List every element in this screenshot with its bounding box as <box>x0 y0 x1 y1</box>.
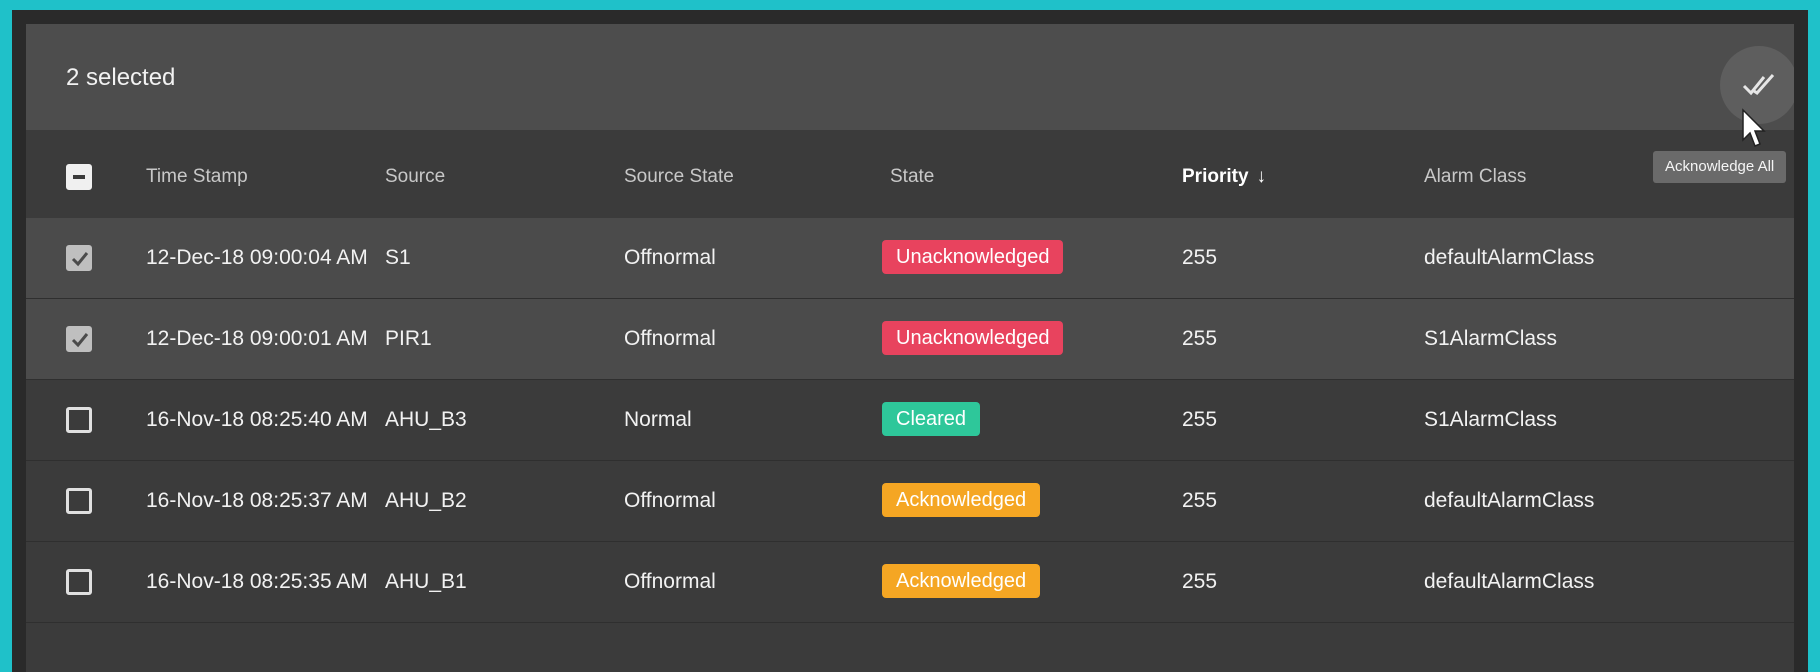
app-frame: 2 selected Time Stamp Source Source Stat… <box>12 10 1808 672</box>
alarm-class-cell: defaultAlarmClass <box>1424 246 1595 269</box>
selection-header: 2 selected <box>26 24 1794 130</box>
time-stamp-cell: 16-Nov-18 08:25:37 AM <box>146 489 368 512</box>
source-cell: PIR1 <box>385 327 432 350</box>
source-cell: AHU_B1 <box>385 570 467 593</box>
source-cell: AHU_B3 <box>385 408 467 431</box>
row-checkbox[interactable] <box>66 407 92 433</box>
state-badge: Cleared <box>882 402 981 436</box>
priority-cell: 255 <box>1182 570 1218 593</box>
mouse-cursor-icon <box>1742 108 1766 147</box>
alarm-class-cell: S1AlarmClass <box>1424 327 1558 350</box>
priority-cell: 255 <box>1182 246 1218 269</box>
time-stamp-cell: 16-Nov-18 08:25:35 AM <box>146 570 368 593</box>
time-stamp-cell: 12-Dec-18 09:00:01 AM <box>146 327 368 350</box>
row-checkbox[interactable] <box>66 488 92 514</box>
double-check-icon <box>1742 74 1775 96</box>
alarm-class-cell: defaultAlarmClass <box>1424 570 1595 593</box>
column-alarm-class[interactable]: Alarm Class <box>1424 166 1526 188</box>
table-row[interactable]: 12-Dec-18 09:00:04 AM S1 Offnormal 255 defau… <box>26 218 1794 299</box>
time-stamp-cell: 12-Dec-18 09:00:04 AM <box>146 246 368 269</box>
alarm-class-cell: S1AlarmClass <box>1424 408 1558 431</box>
table-row[interactable]: 12-Dec-18 09:00:01 AM PIR1 Offnormal 255 S1A… <box>26 299 1794 380</box>
alarm-table-panel: 2 selected Time Stamp Source Source Stat… <box>26 24 1794 672</box>
row-checkbox[interactable] <box>66 245 92 271</box>
selected-count: 2 selected <box>66 64 176 91</box>
select-all-checkbox[interactable] <box>66 164 92 190</box>
state-badge: Unacknowledged <box>882 321 1064 355</box>
state-badge: Acknowledged <box>882 564 1041 598</box>
table-row[interactable]: 16-Nov-18 08:25:37 AM AHU_B2 Offnormal 255 d… <box>26 461 1794 542</box>
source-state-cell: Offnormal <box>624 489 716 512</box>
source-state-cell: Offnormal <box>624 327 716 350</box>
row-checkbox[interactable] <box>66 326 92 352</box>
priority-cell: 255 <box>1182 408 1218 431</box>
column-priority-label: Priority <box>1182 166 1249 187</box>
state-badge: Unacknowledged <box>882 240 1064 274</box>
alarm-class-cell: defaultAlarmClass <box>1424 489 1595 512</box>
table-row[interactable]: 16-Nov-18 08:25:35 AM AHU_B1 Offnormal 255 d… <box>26 542 1794 623</box>
state-badge: Acknowledged <box>882 483 1041 517</box>
column-source-state[interactable]: Source State <box>624 166 734 188</box>
checkmark-icon <box>71 252 89 267</box>
column-time-stamp[interactable]: Time Stamp <box>146 166 248 188</box>
source-state-cell: Offnormal <box>624 246 716 269</box>
column-priority[interactable]: Priority ↓ <box>1182 166 1266 188</box>
source-state-cell: Offnormal <box>624 570 716 593</box>
table-row[interactable]: 16-Nov-18 08:25:40 AM AHU_B3 Normal 255 S1Al… <box>26 380 1794 461</box>
source-cell: AHU_B2 <box>385 489 467 512</box>
table-header: Time Stamp Source Source State State Pri… <box>26 130 1794 218</box>
source-cell: S1 <box>385 246 411 269</box>
checkmark-icon <box>71 333 89 348</box>
priority-cell: 255 <box>1182 489 1218 512</box>
column-state[interactable]: State <box>890 166 934 188</box>
acknowledge-all-tooltip: Acknowledge All <box>1653 151 1787 183</box>
source-state-cell: Normal <box>624 408 692 431</box>
table-footer <box>26 650 1794 672</box>
row-checkbox[interactable] <box>66 569 92 595</box>
time-stamp-cell: 16-Nov-18 08:25:40 AM <box>146 408 368 431</box>
priority-cell: 255 <box>1182 327 1218 350</box>
column-source[interactable]: Source <box>385 166 445 188</box>
sort-descending-icon: ↓ <box>1256 166 1267 187</box>
